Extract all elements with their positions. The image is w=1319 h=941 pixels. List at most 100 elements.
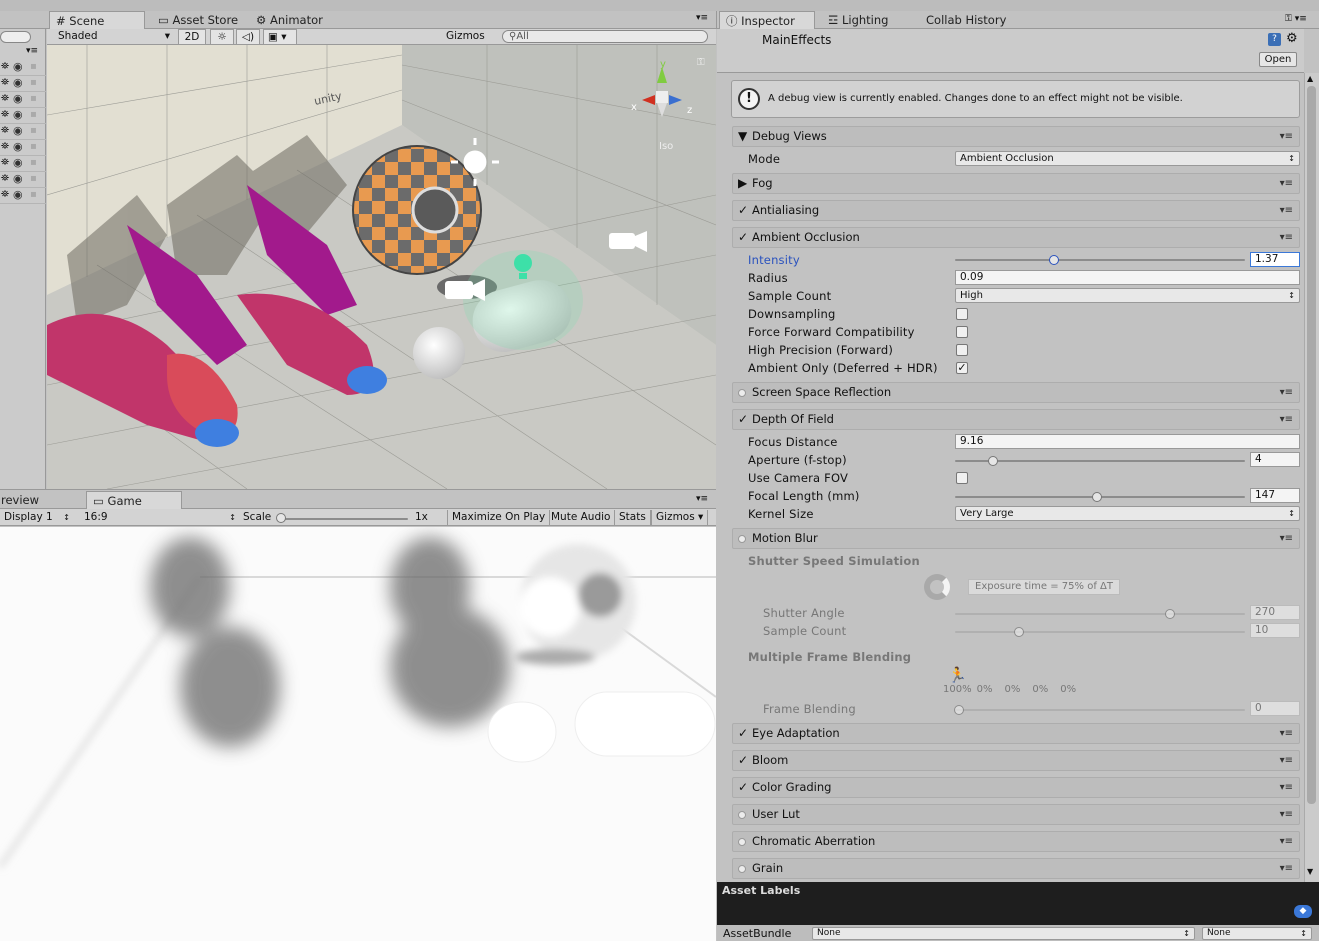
lock-icon[interactable]: ▪ (30, 189, 37, 200)
visibility-eye-icon[interactable]: ◉ (13, 108, 23, 121)
high-precision-checkbox[interactable] (956, 344, 968, 356)
audio-toggle-icon[interactable]: ◁) (236, 29, 260, 45)
section-menu-icon[interactable]: ▾≡ (1280, 127, 1293, 146)
tab-lighting[interactable]: ☲ Lighting (822, 11, 894, 29)
shutter-angle-slider-knob[interactable] (1164, 609, 1175, 619)
disabled-dot-icon[interactable] (738, 389, 746, 397)
frame-blending-slider-knob[interactable] (954, 705, 964, 715)
help-icon[interactable]: ? (1268, 33, 1281, 46)
enabled-check-icon[interactable]: ✓ (738, 410, 752, 429)
scrollbar-thumb[interactable] (1307, 86, 1316, 804)
kernel-size-dropdown[interactable]: Very Large (955, 506, 1300, 521)
settings-gear-icon[interactable]: ⚙ (1286, 31, 1298, 46)
visibility-eye-icon[interactable]: ◉ (13, 76, 23, 89)
section-eye-adaptation[interactable]: ✓ Eye Adaptation ▾≡ (732, 723, 1300, 744)
scene-search-input[interactable]: ⚲All (502, 30, 708, 43)
section-menu-icon[interactable]: ▾≡ (1280, 383, 1293, 402)
pick-icon[interactable]: ⛯ (1, 109, 9, 120)
hierarchy-row[interactable]: ⛯ ◉ ▪ (0, 156, 46, 172)
tab-animator[interactable]: ⚙ Animator (250, 11, 329, 29)
lock-icon[interactable]: ▪ (30, 93, 37, 104)
focus-distance-field[interactable]: 9.16 (955, 434, 1300, 449)
shading-mode-dropdown[interactable]: Shaded ▾ (54, 29, 172, 45)
section-fog[interactable]: ▶ Fog ▾≡ (732, 173, 1300, 194)
lock-icon[interactable]: ⚿ (697, 57, 705, 68)
visibility-eye-icon[interactable]: ◉ (13, 92, 23, 105)
scrollbar-up-arrow[interactable]: ▲ (1307, 74, 1313, 83)
pick-icon[interactable]: ⛯ (1, 173, 9, 184)
mb-sample-count-slider-track[interactable] (955, 631, 1245, 633)
scale-slider-knob[interactable] (276, 513, 286, 523)
hierarchy-row[interactable]: ⛯ ◉ ▪ (0, 188, 46, 204)
shutter-angle-slider-track[interactable] (955, 613, 1245, 615)
section-menu-icon[interactable]: ▾≡ (1280, 410, 1293, 429)
2d-toggle-button[interactable]: 2D (178, 29, 206, 45)
tab-preview[interactable]: review (0, 491, 40, 509)
intensity-field[interactable]: 1.37 (1250, 252, 1300, 267)
scene-viewport[interactable]: y x z Iso unity ⚿ (47, 45, 716, 489)
downsampling-checkbox[interactable] (956, 308, 968, 320)
tab-asset-store[interactable]: ▭ Asset Store (152, 11, 244, 29)
enabled-check-icon[interactable]: ✓ (738, 724, 752, 743)
disabled-dot-icon[interactable] (738, 865, 746, 873)
mb-sample-count-slider-knob[interactable] (1013, 627, 1024, 637)
disabled-dot-icon[interactable] (738, 838, 746, 846)
lock-icon[interactable]: ▪ (30, 173, 37, 184)
visibility-eye-icon[interactable]: ◉ (13, 172, 23, 185)
section-menu-icon[interactable]: ▾≡ (1280, 201, 1293, 220)
lock-icon[interactable]: ▪ (30, 61, 37, 72)
section-screen-space-reflection[interactable]: Screen Space Reflection ▾≡ (732, 382, 1300, 403)
section-menu-icon[interactable]: ▾≡ (1280, 529, 1293, 548)
scene-panel-menu-icon[interactable]: ▾≡ (696, 13, 708, 23)
scrollbar-down-arrow[interactable]: ▼ (1307, 867, 1313, 876)
intensity-slider-track[interactable] (955, 259, 1245, 261)
radius-field[interactable]: 0.09 (955, 270, 1300, 285)
section-menu-icon[interactable]: ▾≡ (1280, 228, 1293, 247)
hierarchy-search-input[interactable] (0, 31, 31, 43)
asset-bundle-dropdown[interactable]: None (812, 927, 1195, 940)
section-menu-icon[interactable]: ▾≡ (1280, 859, 1293, 878)
hierarchy-row[interactable]: ⛯ ◉ ▪ (0, 140, 46, 156)
display-dropdown[interactable]: Display 1 ↕ (0, 510, 72, 526)
enabled-check-icon[interactable]: ✓ (738, 778, 752, 797)
section-menu-icon[interactable]: ▾≡ (1280, 751, 1293, 770)
visibility-eye-icon[interactable]: ◉ (13, 124, 23, 137)
intensity-slider-knob[interactable] (1048, 255, 1059, 265)
pick-icon[interactable]: ⛯ (1, 77, 9, 88)
hierarchy-row[interactable]: ⛯ ◉ ▪ (0, 60, 46, 76)
open-button[interactable]: Open (1259, 52, 1297, 67)
lock-icon[interactable]: ▪ (30, 77, 37, 88)
stats-button[interactable]: Stats (615, 510, 651, 526)
pick-icon[interactable]: ⛯ (1, 189, 9, 200)
maximize-on-play-button[interactable]: Maximize On Play (447, 510, 551, 526)
game-viewport[interactable] (0, 527, 716, 941)
aperture-field[interactable]: 4 (1250, 452, 1300, 467)
pick-icon[interactable]: ⛯ (1, 61, 9, 72)
enabled-check-icon[interactable]: ✓ (738, 751, 752, 770)
section-motion-blur[interactable]: Motion Blur ▾≡ (732, 528, 1300, 549)
frame-blending-field[interactable]: 0 (1250, 701, 1300, 716)
visibility-eye-icon[interactable]: ◉ (13, 156, 23, 169)
game-gizmos-dropdown[interactable]: Gizmos ▾ (651, 510, 709, 526)
section-menu-icon[interactable]: ▾≡ (1280, 174, 1293, 193)
asset-variant-dropdown[interactable]: None (1202, 927, 1312, 940)
section-menu-icon[interactable]: ▾≡ (1280, 778, 1293, 797)
lock-icon[interactable]: ▪ (30, 125, 37, 136)
pick-icon[interactable]: ⛯ (1, 141, 9, 152)
mute-audio-button[interactable]: Mute Audio (547, 510, 616, 526)
inspector-lock-icon[interactable]: ⚿ ▾≡ (1285, 14, 1307, 24)
disabled-dot-icon[interactable] (738, 535, 746, 543)
focal-length-field[interactable]: 147 (1250, 488, 1300, 503)
lock-icon[interactable]: ▪ (30, 141, 37, 152)
section-ambient-occlusion[interactable]: ✓ Ambient Occlusion ▾≡ (732, 227, 1300, 248)
pick-icon[interactable]: ⛯ (1, 93, 9, 104)
tab-inspector[interactable]: ⓘ Inspector (719, 11, 815, 29)
mode-dropdown[interactable]: Ambient Occlusion (955, 151, 1300, 166)
section-menu-icon[interactable]: ▾≡ (1280, 832, 1293, 851)
aspect-dropdown[interactable]: 16:9 ↕ (80, 510, 238, 526)
asset-label-tag-icon[interactable]: ◆ (1294, 905, 1312, 918)
hierarchy-row[interactable]: ⛯ ◉ ▪ (0, 172, 46, 188)
hierarchy-row[interactable]: ⛯ ◉ ▪ (0, 92, 46, 108)
pick-icon[interactable]: ⛯ (1, 125, 9, 136)
hierarchy-row[interactable]: ⛯ ◉ ▪ (0, 124, 46, 140)
